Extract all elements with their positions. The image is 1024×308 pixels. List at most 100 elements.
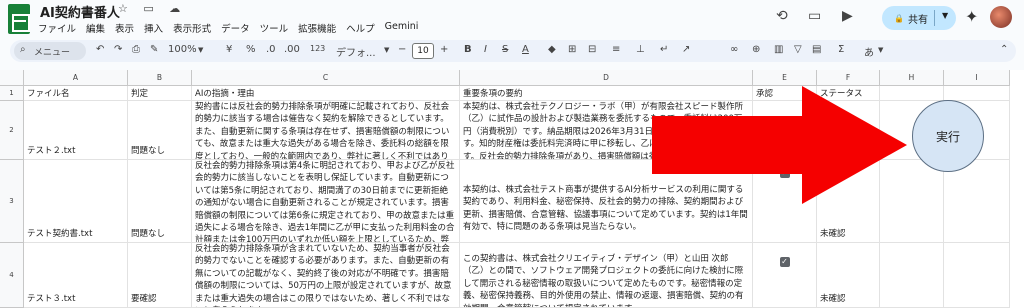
star-move-cloud-icons[interactable]: ☆ ▭ ☁ (118, 2, 186, 15)
cell-h4[interactable] (880, 243, 944, 308)
app-header: AI契約書番人 ☆ ▭ ☁ ファイル 編集 表示 挿入 表示形式 データ ツール… (0, 0, 1024, 40)
cell-status-row4[interactable]: 未確認 (817, 243, 880, 308)
menu-data[interactable]: データ (221, 21, 250, 35)
share-dropdown-icon[interactable]: ▼ (942, 11, 948, 20)
approval-checkbox[interactable]: ✓ (779, 257, 790, 267)
number-format-button[interactable]: 123 (310, 44, 325, 53)
column-header-h[interactable]: H (880, 70, 944, 86)
menu-gemini[interactable]: Gemini (385, 21, 419, 35)
run-button[interactable]: 実行 (912, 100, 984, 172)
horizontal-align-icon[interactable]: ≡ (612, 44, 620, 55)
text-color-icon[interactable]: A (522, 44, 529, 55)
menu-search[interactable]: ⌕ メニュー (14, 42, 86, 60)
input-tools-caret-icon[interactable]: ▼ (878, 46, 883, 54)
menu-tools[interactable]: ツール (260, 21, 289, 35)
font-caret-icon[interactable]: ▼ (384, 46, 389, 54)
cell-verdict-row2[interactable]: 問題なし (128, 101, 192, 160)
font-size-decrease-icon[interactable]: − (398, 44, 406, 55)
paint-format-icon[interactable]: ✎ (150, 44, 158, 55)
red-arrow-icon (652, 86, 907, 204)
menu-bar: ファイル 編集 表示 挿入 表示形式 データ ツール 拡張機能 ヘルプ Gemi… (38, 21, 418, 35)
menu-view[interactable]: 表示 (115, 21, 134, 35)
redo-icon[interactable]: ↷ (114, 44, 122, 55)
cell-verdict-row3[interactable]: 問題なし (128, 160, 192, 243)
menu-help[interactable]: ヘルプ (346, 21, 375, 35)
menu-file[interactable]: ファイル (38, 21, 76, 35)
cell-reason-row3[interactable]: 反社会的勢力排除条項は第4条に明記されており、甲および乙が反社会的勢力に該当しな… (192, 160, 460, 243)
input-tools-button[interactable]: あ (864, 44, 874, 59)
select-all-corner[interactable] (0, 70, 24, 86)
document-title[interactable]: AI契約書番人 (40, 2, 120, 21)
cell-i3[interactable] (944, 160, 1010, 243)
collapse-toolbar-icon[interactable]: ⌃ (1000, 44, 1008, 55)
decrease-decimal-button[interactable]: .0 (266, 44, 276, 55)
header-file-name[interactable]: ファイル名 (24, 86, 128, 101)
merge-cells-icon[interactable]: ⊟ (588, 44, 596, 55)
video-icon[interactable]: ▶ (842, 8, 853, 24)
menu-extensions[interactable]: 拡張機能 (298, 21, 336, 35)
cell-i4[interactable] (944, 243, 1010, 308)
insert-link-icon[interactable]: ∞ (730, 44, 738, 55)
filter-views-icon[interactable]: ▤ (812, 44, 821, 55)
row-header-4[interactable]: 4 (0, 243, 24, 308)
search-icon: ⌕ (20, 44, 26, 55)
cell-file-row3[interactable]: テスト契約書.txt (24, 160, 128, 243)
spreadsheet-app: AI契約書番人 ☆ ▭ ☁ ファイル 編集 表示 挿入 表示形式 データ ツール… (0, 0, 1024, 308)
cell-reason-row4[interactable]: 反社会的勢力排除条項が含まれていないため、契約当事者が反社会的勢力でないことを確… (192, 243, 460, 308)
cell-approval-row4[interactable]: ✓ (753, 243, 817, 308)
insert-comment-icon[interactable]: ⊕ (752, 44, 760, 55)
strikethrough-icon[interactable]: S (502, 44, 508, 55)
menu-edit[interactable]: 編集 (86, 21, 105, 35)
header-verdict[interactable]: 判定 (128, 86, 192, 101)
borders-icon[interactable]: ⊞ (568, 44, 576, 55)
cell-reason-row2[interactable]: 契約書には反社会的勢力排除条項が明確に記載されており、反社会的勢力に該当する場合… (192, 101, 460, 160)
font-select[interactable]: デフォ... (336, 44, 376, 59)
italic-icon[interactable]: I (484, 44, 487, 55)
percent-button[interactable]: % (246, 44, 256, 55)
header-ai-reason[interactable]: AIの指摘・理由 (192, 86, 460, 101)
zoom-caret-icon[interactable]: ▼ (198, 46, 203, 54)
column-header-b[interactable]: B (128, 70, 192, 86)
vertical-align-icon[interactable]: ⊥ (636, 44, 645, 55)
cell-file-row2[interactable]: テスト２.txt (24, 101, 128, 160)
column-header-a[interactable]: A (24, 70, 128, 86)
avatar[interactable] (990, 6, 1012, 28)
column-header-d[interactable]: D (460, 70, 753, 86)
fill-color-icon[interactable]: ◆ (548, 44, 556, 55)
column-header-i[interactable]: I (944, 70, 1010, 86)
zoom-select[interactable]: 100% (168, 44, 197, 55)
increase-decimal-button[interactable]: .00 (284, 44, 300, 55)
row-header-3[interactable]: 3 (0, 160, 24, 243)
row-header-1[interactable]: 1 (0, 86, 24, 101)
menu-format[interactable]: 表示形式 (173, 21, 211, 35)
functions-icon[interactable]: Σ (838, 44, 844, 55)
share-button[interactable]: 🔒 共有 ▼ (882, 6, 956, 30)
menu-insert[interactable]: 挿入 (144, 21, 163, 35)
column-header-c[interactable]: C (192, 70, 460, 86)
comment-icon[interactable]: ▭ (808, 8, 821, 24)
cell-summary-row4[interactable]: この契約書は、株式会社クリエイティブ・デザイン（甲）と山田 次郎（乙）との間で、… (460, 243, 753, 308)
insert-chart-icon[interactable]: ▥ (774, 44, 783, 55)
row-header-2[interactable]: 2 (0, 101, 24, 160)
undo-icon[interactable]: ↶ (96, 44, 104, 55)
font-size-increase-icon[interactable]: + (440, 44, 448, 55)
cell-file-row4[interactable]: テスト３.txt (24, 243, 128, 308)
text-wrap-icon[interactable]: ↵ (660, 44, 668, 55)
currency-button[interactable]: ¥ (226, 44, 232, 55)
history-icon[interactable]: ⟲ (776, 8, 788, 24)
column-header-e[interactable]: E (753, 70, 817, 86)
bold-icon[interactable]: B (464, 44, 472, 55)
cell-verdict-row4[interactable]: 要確認 (128, 243, 192, 308)
print-icon[interactable]: ⎙ (132, 44, 140, 55)
toolbar: ⌕ メニュー ↶ ↷ ⎙ ✎ 100% ▼ ¥ % .0 .00 123 デフォ… (10, 40, 1016, 62)
font-size-input[interactable]: 10 (412, 43, 434, 59)
lock-icon: 🔒 (894, 13, 904, 23)
sparkle-icon[interactable]: ✦ (965, 7, 978, 26)
column-header-f[interactable]: F (817, 70, 880, 86)
cell-i1[interactable] (944, 86, 1010, 101)
sheets-logo-icon[interactable] (8, 4, 30, 34)
menu-search-label: メニュー (34, 48, 71, 58)
filter-icon[interactable]: ▽ (794, 44, 802, 55)
share-label: 共有 (907, 14, 928, 26)
text-rotation-icon[interactable]: ↗ (682, 44, 690, 55)
